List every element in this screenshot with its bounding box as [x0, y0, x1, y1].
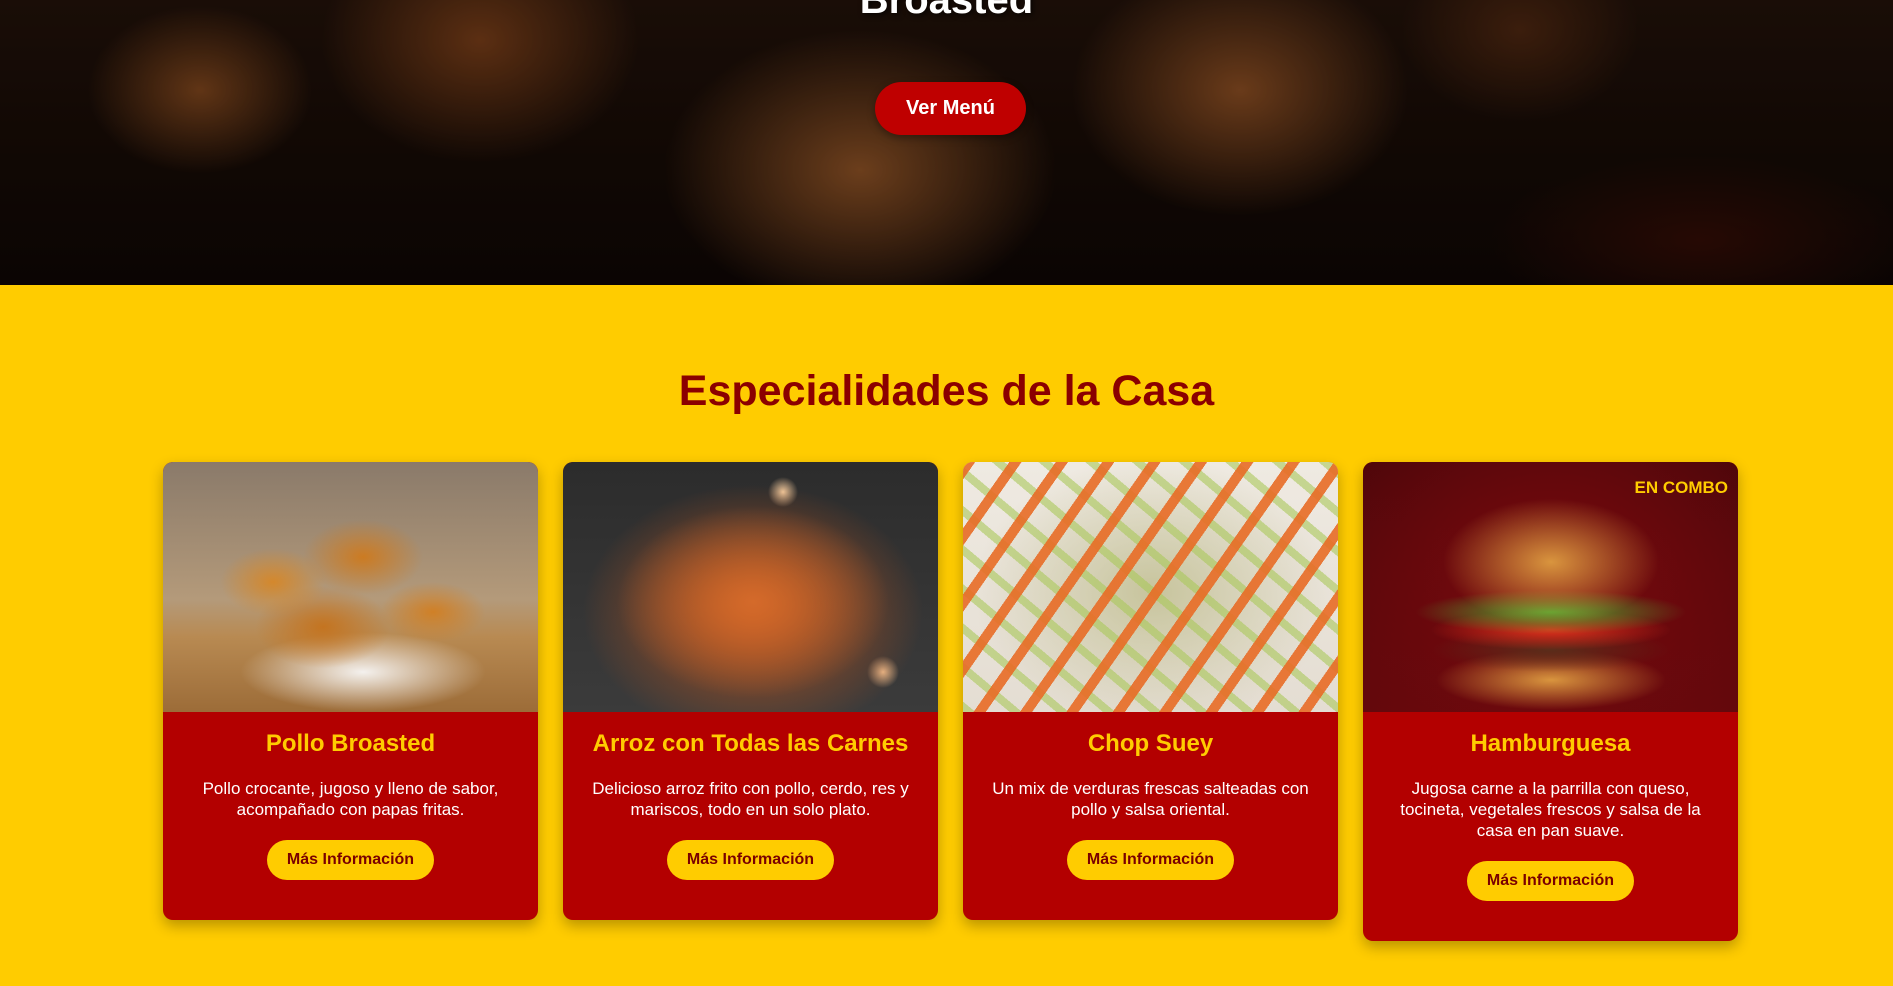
card-title: Chop Suey: [1087, 730, 1214, 757]
fried-chicken-image: [163, 462, 538, 712]
card-description: Delicioso arroz frito con pollo, cerdo, …: [592, 779, 909, 819]
special-card-hamburguesa: EN COMBO Hamburguesa Jugosa carne a la p…: [1363, 462, 1738, 941]
hero-title: Broasted: [859, 0, 1034, 22]
card-title: Arroz con Todas las Carnes: [592, 730, 909, 757]
card-description: Un mix de verduras frescas salteadas con…: [992, 779, 1309, 819]
special-card-pollo-broasted: Pollo Broasted Pollo crocante, jugoso y …: [163, 462, 538, 920]
more-info-button[interactable]: Más Información: [1466, 861, 1635, 901]
chop-suey-image: [963, 462, 1338, 712]
card-description: Pollo crocante, jugoso y lleno de sabor,…: [202, 779, 499, 819]
card-description: Jugosa carne a la parrilla con queso, to…: [1400, 779, 1701, 840]
special-card-chop-suey: Chop Suey Un mix de verduras frescas sal…: [963, 462, 1338, 920]
card-title: Pollo Broasted: [265, 730, 436, 757]
view-menu-button[interactable]: Ver Menú: [875, 82, 1026, 135]
card-title: Hamburguesa: [1470, 730, 1631, 757]
more-info-button[interactable]: Más Información: [1066, 840, 1235, 880]
hero-banner: Broasted Ver Menú: [0, 0, 1893, 285]
more-info-button[interactable]: Más Información: [266, 840, 435, 880]
specials-title: Especialidades de la Casa: [678, 367, 1215, 415]
specials-section: Especialidades de la Casa Pollo Broasted…: [0, 285, 1893, 986]
specials-card-list: Pollo Broasted Pollo crocante, jugoso y …: [163, 462, 1738, 941]
hamburger-image: EN COMBO: [1363, 462, 1738, 712]
more-info-button[interactable]: Más Información: [666, 840, 835, 880]
fried-rice-image: [563, 462, 938, 712]
special-card-arroz: Arroz con Todas las Carnes Delicioso arr…: [563, 462, 938, 920]
combo-tag: EN COMBO: [1634, 478, 1729, 497]
